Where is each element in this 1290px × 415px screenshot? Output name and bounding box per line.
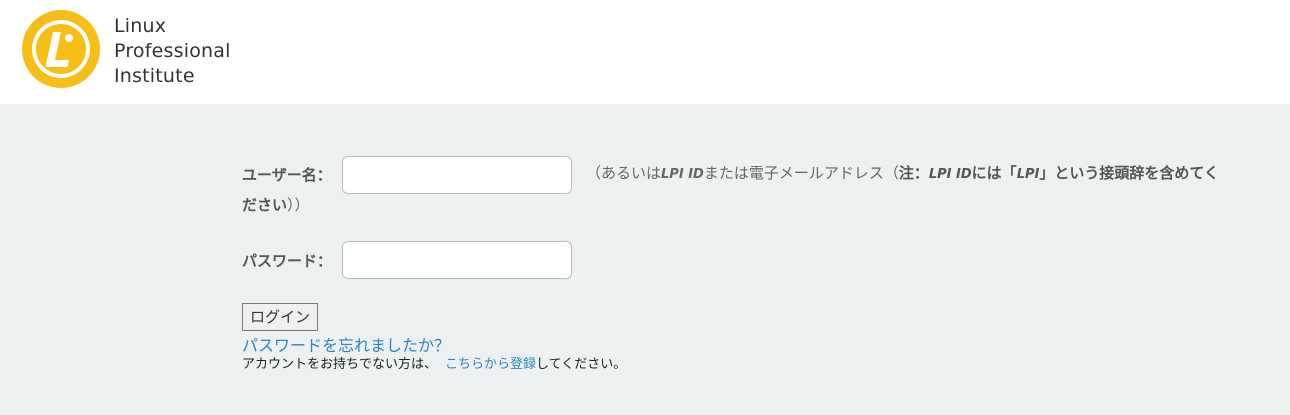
hint-rest2: 」という接頭辞を含めてく	[1039, 164, 1219, 182]
hint-lpi: LPI	[1016, 167, 1040, 182]
hint-note: 注：	[898, 164, 929, 182]
password-label: パスワード：	[242, 252, 333, 270]
hint-email: または電子メールアドレス（	[703, 164, 899, 182]
register-suffix: してください。	[536, 357, 627, 372]
register-prefix: アカウントをお持ちでない方は、	[242, 357, 438, 372]
hint-rest2-a: 」という接頭辞を含めてく	[1039, 164, 1219, 182]
hint-lpi-id: LPI ID	[661, 167, 704, 182]
lpi-logo-icon[interactable]	[22, 10, 100, 88]
site-header: Linux Professional Institute	[0, 0, 1290, 104]
register-line: アカウントをお持ちでない方は、 こちらから登録してください。	[242, 353, 626, 372]
hint-rest1: には「	[971, 164, 1017, 182]
username-hint: （あるいはLPI IDまたは電子メールアドレス（注：LPI IDには「LPI」と…	[586, 158, 1236, 190]
register-link[interactable]: こちらから登録	[445, 357, 536, 372]
hint-close: ））	[287, 196, 310, 214]
login-button[interactable]: ログイン	[242, 303, 319, 331]
username-label: ユーザー名：	[242, 166, 332, 184]
username-input[interactable]	[342, 156, 572, 194]
hint-lpi-id-2: LPI ID	[928, 167, 972, 182]
hint-open: （あるいは	[586, 164, 662, 182]
logo-line-2: Professional	[114, 40, 231, 62]
hint-rest2-b: ださい	[242, 196, 288, 214]
username-hint-wrap: ださい））	[242, 190, 310, 221]
logo-wordmark[interactable]: Linux Professional Institute	[114, 14, 231, 89]
password-input[interactable]	[342, 241, 572, 279]
logo-line-3: Institute	[114, 65, 195, 87]
logo-line-1: Linux	[114, 15, 167, 37]
